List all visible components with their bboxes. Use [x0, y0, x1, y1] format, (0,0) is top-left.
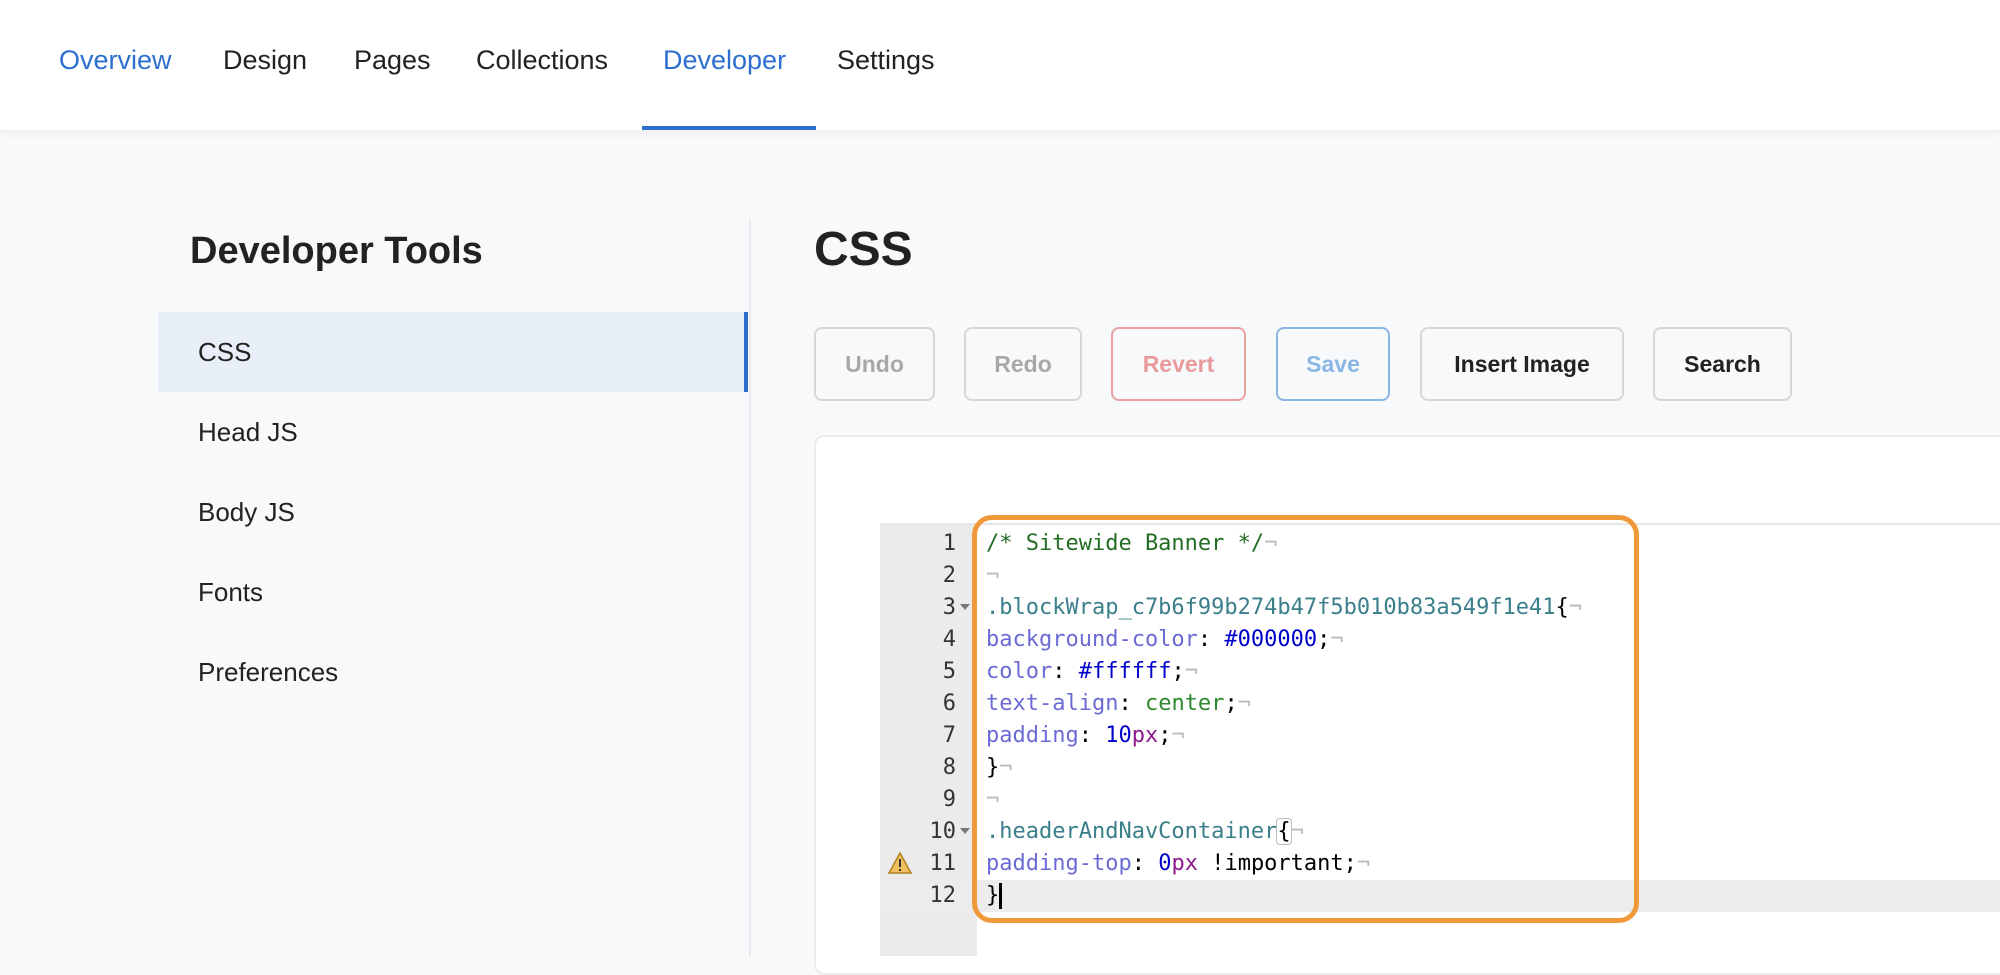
- tab-pages[interactable]: Pages: [354, 45, 431, 76]
- line-number: 12: [929, 883, 957, 908]
- save-button[interactable]: Save: [1276, 327, 1390, 401]
- line-number: 6: [942, 691, 956, 716]
- sidebar-item-preferences[interactable]: Preferences: [158, 632, 748, 712]
- sidebar-item-css[interactable]: CSS: [158, 312, 748, 392]
- tab-collections[interactable]: Collections: [476, 45, 608, 76]
- line-number: 5: [942, 659, 956, 684]
- highlight-annotation-box: [972, 515, 1639, 923]
- line-number: 10: [929, 819, 957, 844]
- line-number: 2: [942, 563, 956, 588]
- line-number: 4: [942, 627, 956, 652]
- tab-overview[interactable]: Overview: [59, 45, 172, 76]
- insert-image-button[interactable]: Insert Image: [1420, 327, 1624, 401]
- sidebar-item-head-js[interactable]: Head JS: [158, 392, 748, 472]
- line-number: 8: [942, 755, 956, 780]
- tab-developer[interactable]: Developer: [663, 45, 786, 76]
- line-number: 11: [929, 851, 957, 876]
- undo-button[interactable]: Undo: [814, 327, 935, 401]
- tab-design[interactable]: Design: [223, 45, 307, 76]
- sidebar-title: Developer Tools: [190, 230, 483, 272]
- search-button[interactable]: Search: [1653, 327, 1792, 401]
- line-number: 3: [942, 595, 956, 620]
- redo-button[interactable]: Redo: [964, 327, 1082, 401]
- sidebar-item-body-js[interactable]: Body JS: [158, 472, 748, 552]
- revert-button[interactable]: Revert: [1111, 327, 1246, 401]
- sidebar-item-fonts[interactable]: Fonts: [158, 552, 748, 632]
- sidebar-divider: [749, 219, 751, 956]
- line-number: 7: [942, 723, 956, 748]
- line-number: 9: [942, 787, 956, 812]
- page-title: CSS: [814, 223, 913, 276]
- tab-settings[interactable]: Settings: [837, 45, 935, 76]
- fold-arrow-icon[interactable]: [960, 604, 970, 610]
- active-tab-indicator: [642, 126, 816, 130]
- fold-arrow-icon[interactable]: [960, 828, 970, 834]
- top-nav: Overview Design Pages Collections Develo…: [0, 0, 2000, 130]
- line-number: 1: [942, 531, 956, 556]
